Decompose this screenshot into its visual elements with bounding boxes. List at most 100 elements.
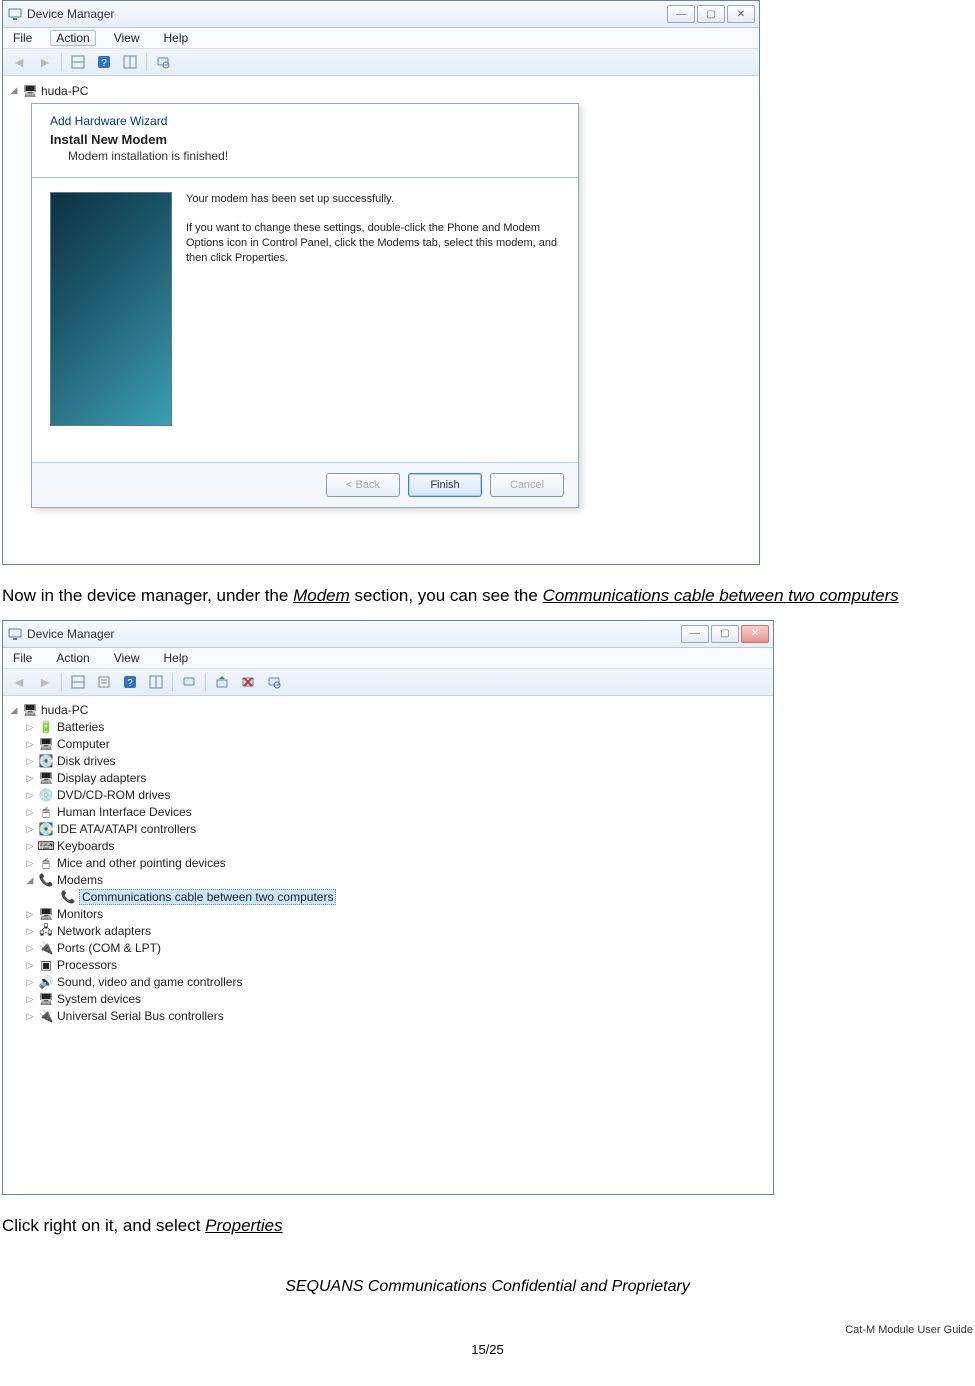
expand-arrow-icon: ◢ (9, 705, 19, 716)
grid2-icon[interactable] (118, 50, 142, 74)
scan-hardware-icon[interactable] (262, 670, 286, 694)
node-ide[interactable]: ▷💽IDE ATA/ATAPI controllers (7, 821, 769, 838)
menu-view[interactable]: View (108, 30, 146, 46)
ide-icon: 💽 (38, 821, 54, 837)
node-display[interactable]: ▷🖥Display adapters (7, 770, 769, 787)
menu-view[interactable]: View (108, 650, 146, 666)
menubar-1: File Action View Help (3, 28, 759, 49)
menu-file[interactable]: File (7, 650, 38, 666)
node-monitors[interactable]: ▷🖥Monitors (7, 906, 769, 923)
toolbar-1: ◄ ► ? (3, 49, 759, 76)
confidential-notice: SEQUANS Communications Confidential and … (2, 1278, 973, 1296)
tree-root-1[interactable]: ◢ 🖥 huda-PC (7, 82, 755, 99)
scan-icon[interactable] (151, 50, 175, 74)
collapse-arrow-icon: ▷ (25, 722, 35, 733)
devmgr-icon (7, 6, 23, 22)
expand-arrow-icon: ◢ (9, 85, 19, 96)
maximize-button[interactable]: ▢ (711, 625, 739, 643)
close-button[interactable]: ✕ (727, 5, 755, 23)
grid-icon[interactable] (66, 670, 90, 694)
maximize-button[interactable]: ▢ (697, 5, 725, 23)
root-label-2: huda-PC (41, 703, 88, 717)
svg-text:?: ? (101, 58, 107, 69)
usb-icon: 🔌 (38, 1008, 54, 1024)
forward-icon: ► (33, 670, 57, 694)
menu-help[interactable]: Help (158, 650, 195, 666)
instruction-paragraph-1: Now in the device manager, under the Mod… (2, 585, 973, 608)
help-icon[interactable]: ? (118, 670, 142, 694)
para1-cable: Communications cable between two compute… (543, 586, 899, 605)
back-button[interactable]: < Back (326, 473, 400, 497)
node-modems[interactable]: ◢📞Modems (7, 872, 769, 889)
node-network[interactable]: ▷🖧Network adapters (7, 923, 769, 940)
minimize-button[interactable]: — (667, 5, 695, 23)
collapse-arrow-icon: ▷ (25, 977, 35, 988)
close-button[interactable]: ✕ (741, 625, 769, 643)
para2-prop: Properties (205, 1216, 282, 1235)
cpu-icon: ▣ (38, 957, 54, 973)
node-batteries[interactable]: ▷🔋Batteries (7, 719, 769, 736)
properties-icon[interactable] (92, 670, 116, 694)
back-icon: ◄ (7, 50, 31, 74)
collapse-arrow-icon: ▷ (25, 1011, 35, 1022)
help-icon[interactable]: ? (92, 50, 116, 74)
scan-icon[interactable] (177, 670, 201, 694)
para1-pre: Now in the device manager, under the (2, 586, 293, 605)
display-icon: 🖥 (38, 770, 54, 786)
node-disk[interactable]: ▷💽Disk drives (7, 753, 769, 770)
menu-action[interactable]: Action (50, 650, 95, 666)
node-mice[interactable]: ▷🖱Mice and other pointing devices (7, 855, 769, 872)
collapse-arrow-icon: ▷ (25, 756, 35, 767)
node-keyboards[interactable]: ▷⌨Keyboards (7, 838, 769, 855)
titlebar-1: Device Manager — ▢ ✕ (3, 1, 759, 28)
collapse-arrow-icon: ▷ (25, 994, 35, 1005)
tree-root-2[interactable]: ◢ 🖥 huda-PC (7, 702, 769, 719)
devmgr-icon (7, 626, 23, 642)
page-footer: SEQUANS Communications Confidential and … (2, 1278, 973, 1357)
titlebar-2: Device Manager — ▢ ✕ (3, 621, 773, 648)
finish-button[interactable]: Finish (408, 473, 482, 497)
collapse-arrow-icon: ▷ (25, 960, 35, 971)
instruction-paragraph-2: Click right on it, and select Properties (2, 1215, 973, 1238)
menu-file[interactable]: File (7, 30, 38, 46)
node-dvd[interactable]: ▷💿DVD/CD-ROM drives (7, 787, 769, 804)
sound-icon: 🔊 (38, 974, 54, 990)
device-manager-window-1: Device Manager — ▢ ✕ File Action View He… (2, 0, 760, 565)
node-comm-cable[interactable]: 📞Communications cable between two comput… (7, 889, 769, 906)
node-sound[interactable]: ▷🔊Sound, video and game controllers (7, 974, 769, 991)
collapse-arrow-icon: ▷ (25, 943, 35, 954)
page-number: 15/25 (2, 1342, 973, 1357)
tree-pane-2: ◢ 🖥 huda-PC ▷🔋Batteries ▷🖥Computer ▷💽Dis… (3, 696, 773, 1194)
node-system[interactable]: ▷🖥System devices (7, 991, 769, 1008)
menu-action[interactable]: Action (50, 30, 95, 46)
hid-icon: 🖱 (38, 804, 54, 820)
forward-icon: ► (33, 50, 57, 74)
port-icon: 🔌 (38, 940, 54, 956)
wizard-body-text: Your modem has been set up successfully.… (186, 192, 560, 444)
wizard-sidebar-image (50, 192, 172, 426)
collapse-arrow-icon: ▷ (25, 926, 35, 937)
node-ports[interactable]: ▷🔌Ports (COM & LPT) (7, 940, 769, 957)
collapse-arrow-icon: ▷ (25, 739, 35, 750)
node-computer[interactable]: ▷🖥Computer (7, 736, 769, 753)
node-processors[interactable]: ▷▣Processors (7, 957, 769, 974)
collapse-arrow-icon: ▷ (25, 909, 35, 920)
para1-mid: section, you can see the (350, 586, 543, 605)
update-driver-icon[interactable] (210, 670, 234, 694)
guide-title: Cat-M Module User Guide (2, 1324, 973, 1336)
cancel-button[interactable]: Cancel (490, 473, 564, 497)
menubar-2: File Action View Help (3, 648, 773, 669)
uninstall-icon[interactable] (236, 670, 260, 694)
grid-icon[interactable] (66, 50, 90, 74)
collapse-arrow-icon: ▷ (25, 858, 35, 869)
menu-help[interactable]: Help (158, 30, 195, 46)
grid2-icon[interactable] (144, 670, 168, 694)
modem-icon: 📞 (60, 889, 76, 905)
tree-pane-1: ◢ 🖥 huda-PC Add Hardware Wizard Install … (3, 76, 759, 564)
node-hid[interactable]: ▷🖱Human Interface Devices (7, 804, 769, 821)
wizard-line2: If you want to change these settings, do… (186, 221, 560, 266)
modem-icon: 📞 (38, 872, 54, 888)
minimize-button[interactable]: — (681, 625, 709, 643)
node-usb[interactable]: ▷🔌Universal Serial Bus controllers (7, 1008, 769, 1025)
disk-icon: 💽 (38, 753, 54, 769)
